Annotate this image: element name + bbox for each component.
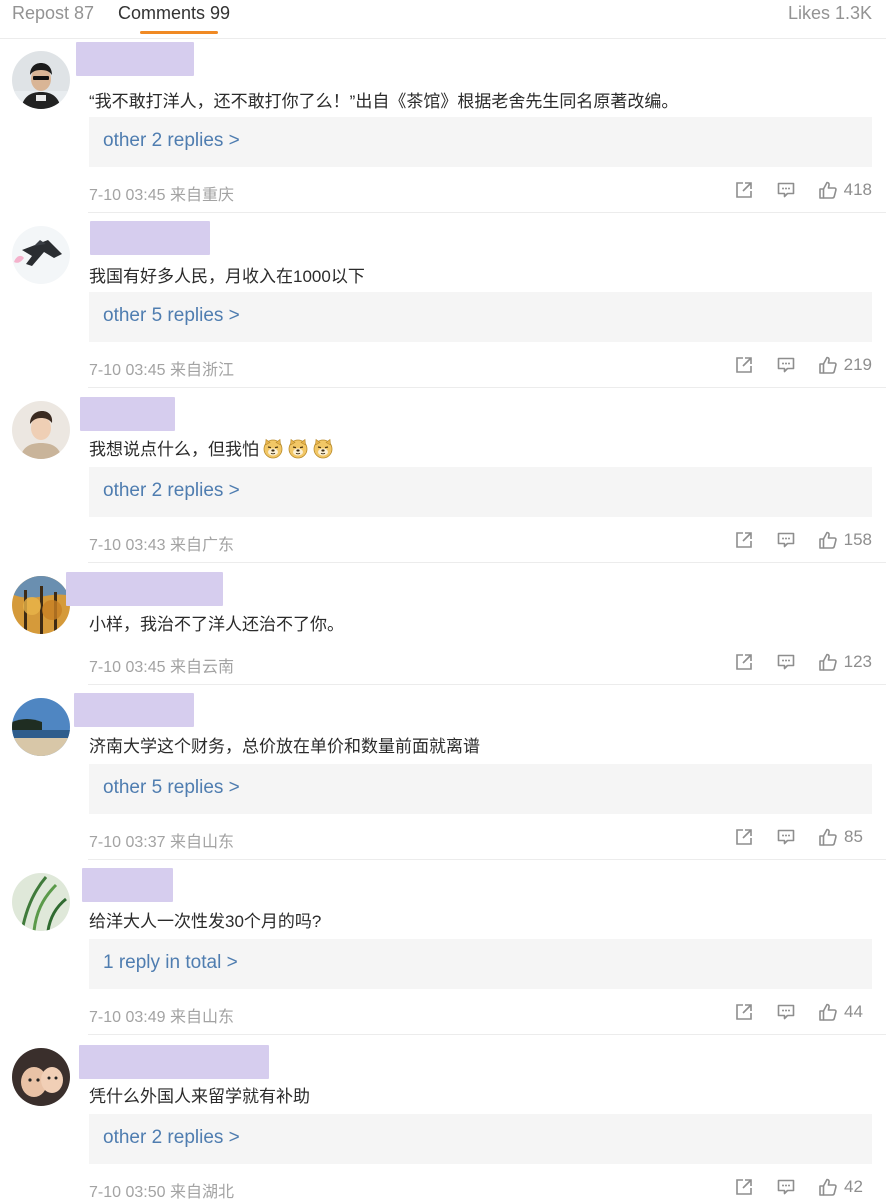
tab-repost[interactable]: Repost 87 [12,3,94,24]
replies-link[interactable]: other 5 replies > [89,292,872,342]
tab-comments[interactable]: Comments 99 [118,3,230,24]
comment-text-content: 我想说点什么，但我怕 [89,440,259,459]
avatar[interactable] [12,226,70,284]
comment-item: 我国有好多人民，月收入在1000以下 other 5 replies > 7-1… [0,213,886,388]
like-count: 123 [843,652,872,671]
like-icon[interactable] [818,180,838,200]
share-icon[interactable] [734,180,754,200]
comment-icon[interactable] [776,355,796,375]
user-avatar-icon [12,401,70,459]
avatar[interactable] [12,873,70,931]
share-icon[interactable] [734,652,754,672]
comment-icon[interactable] [776,827,796,847]
replies-link[interactable]: other 5 replies > [89,764,872,814]
comment-actions: 158 [712,529,872,551]
doge-emoji-icon [287,437,309,459]
comment-actions: 123 [712,651,872,673]
like-count: 158 [843,530,872,549]
comment-text: 济南大学这个财务，总价放在单价和数量前面就离谱 [89,737,480,756]
comment-icon[interactable] [776,1177,796,1197]
comment-text: “我不敢打洋人，还不敢打你了么！”出自《茶馆》根据老舍先生同名原著改编。 [89,92,679,111]
share-icon[interactable] [734,355,754,375]
user-avatar-icon [12,51,70,109]
like-count: 44 [844,1002,863,1021]
user-avatar-icon [12,1048,70,1106]
like-icon[interactable] [818,1002,838,1022]
comment-text: 给洋大人一次性发30个月的吗? [89,912,322,931]
comment-meta: 7-10 03:50 来自湖北 [89,1184,234,1201]
redacted-username[interactable] [66,572,223,606]
like-icon[interactable] [818,1177,838,1197]
avatar[interactable] [12,51,70,109]
doge-emoji-icon [262,437,284,459]
active-tab-indicator [140,31,218,34]
share-icon[interactable] [734,1002,754,1022]
doge-emoji-icon [312,437,334,459]
user-avatar-icon [12,873,70,931]
comment-item: 给洋大人一次性发30个月的吗? 1 reply in total > 7-10 … [0,860,886,1035]
redacted-username[interactable] [74,693,194,727]
comment-icon[interactable] [776,652,796,672]
comment-text: 我想说点什么，但我怕 [89,435,334,460]
like-count: 42 [844,1177,863,1196]
like-icon[interactable] [818,530,838,550]
avatar[interactable] [12,576,70,634]
comment-actions: 418 [712,179,872,201]
replies-link[interactable]: other 2 replies > [89,467,872,517]
replies-label[interactable]: other 5 replies > [103,305,240,327]
comment-item: 我想说点什么，但我怕 other 2 replies > 7-10 03:43 … [0,388,886,563]
redacted-username[interactable] [76,42,194,76]
avatar[interactable] [12,698,70,756]
like-count: 85 [844,827,863,846]
share-icon[interactable] [734,1177,754,1197]
comment-meta: 7-10 03:49 来自山东 [89,1009,234,1026]
comment-meta: 7-10 03:43 来自广东 [89,537,234,554]
redacted-username[interactable] [79,1045,269,1079]
redacted-username[interactable] [90,221,210,255]
comment-icon[interactable] [776,1002,796,1022]
comment-text: 小样，我治不了洋人还治不了你。 [89,615,344,634]
replies-label[interactable]: other 5 replies > [103,777,240,799]
user-avatar-icon [12,576,70,634]
redacted-username[interactable] [82,868,173,902]
like-count: 418 [843,180,872,199]
redacted-username[interactable] [80,397,175,431]
comment-meta: 7-10 03:45 来自浙江 [89,362,234,379]
share-icon[interactable] [734,827,754,847]
comment-text: 凭什么外国人来留学就有补助 [89,1087,310,1106]
like-icon[interactable] [818,652,838,672]
like-icon[interactable] [818,355,838,375]
comment-icon[interactable] [776,530,796,550]
user-avatar-icon [12,226,70,284]
share-icon[interactable] [734,530,754,550]
like-icon[interactable] [818,827,838,847]
user-avatar-icon [12,698,70,756]
comment-meta: 7-10 03:37 来自山东 [89,834,234,851]
replies-link[interactable]: 1 reply in total > [89,939,872,989]
replies-link[interactable]: other 2 replies > [89,1114,872,1164]
comment-tabs: Repost 87 Comments 99 Likes 1.3K [0,0,886,39]
replies-link[interactable]: other 2 replies > [89,117,872,167]
comment-item: “我不敢打洋人，还不敢打你了么！”出自《茶馆》根据老舍先生同名原著改编。 oth… [0,38,886,213]
replies-label[interactable]: 1 reply in total > [103,952,238,974]
comment-item: 小样，我治不了洋人还治不了你。 7-10 03:45 来自云南 123 [0,563,886,685]
replies-label[interactable]: other 2 replies > [103,480,240,502]
comment-actions: 219 [712,354,872,376]
tab-likes[interactable]: Likes 1.3K [788,3,872,24]
like-count: 219 [843,355,872,374]
avatar[interactable] [12,401,70,459]
comment-item: 济南大学这个财务，总价放在单价和数量前面就离谱 other 5 replies … [0,685,886,860]
comment-text: 我国有好多人民，月收入在1000以下 [89,267,365,286]
comment-meta: 7-10 03:45 来自重庆 [89,187,234,204]
comment-actions: 42 [712,1176,872,1198]
comment-item: 凭什么外国人来留学就有补助 other 2 replies > 7-10 03:… [0,1035,886,1201]
comment-icon[interactable] [776,180,796,200]
avatar[interactable] [12,1048,70,1106]
comment-actions: 44 [712,1001,872,1023]
replies-label[interactable]: other 2 replies > [103,130,240,152]
comment-meta: 7-10 03:45 来自云南 [89,659,234,676]
comment-actions: 85 [712,826,872,848]
replies-label[interactable]: other 2 replies > [103,1127,240,1149]
